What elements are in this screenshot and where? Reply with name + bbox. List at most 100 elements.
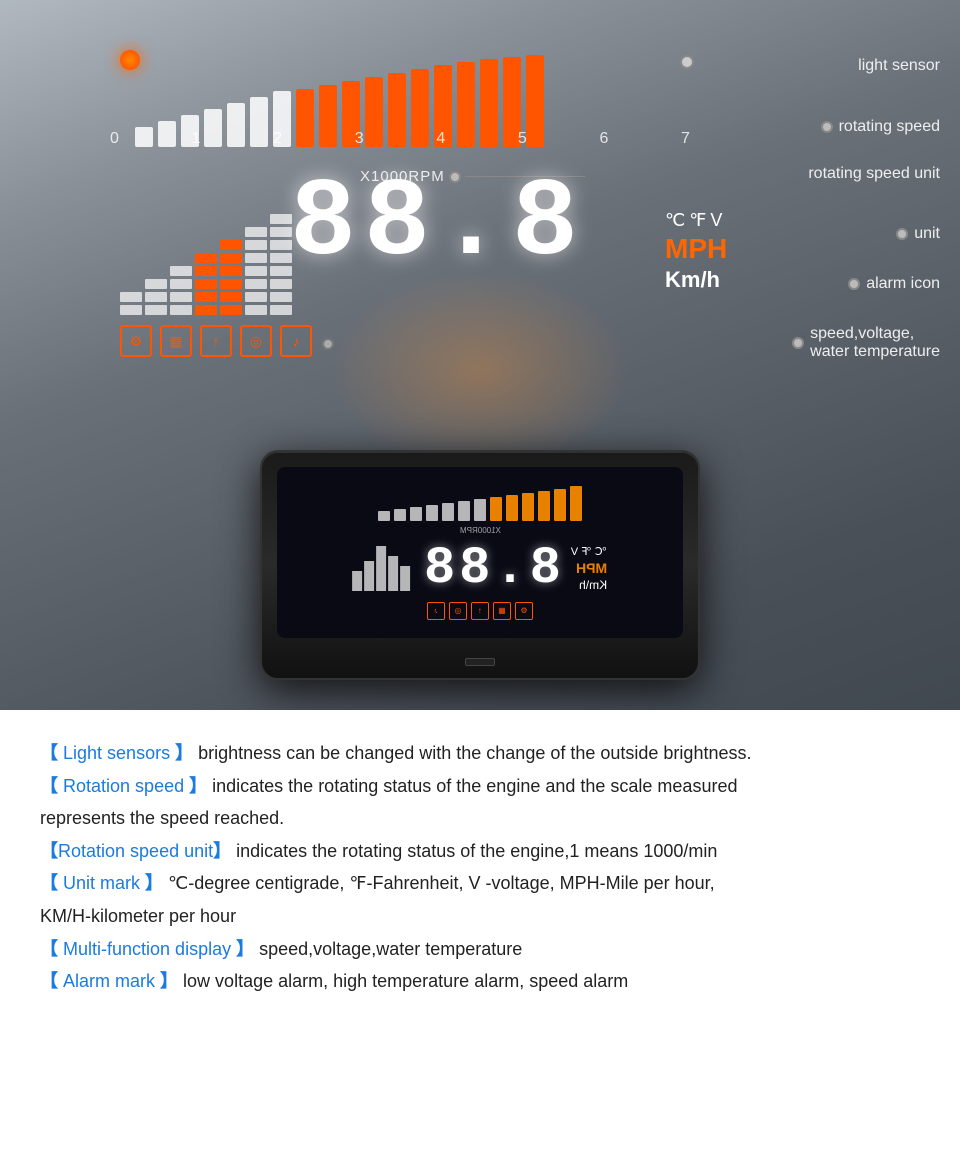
icon-display: ▦	[160, 325, 192, 357]
bar-col-5	[220, 240, 242, 315]
bar-seg	[270, 266, 292, 276]
highlight-light-sensors: Light sensors	[63, 743, 170, 763]
hud-section: 0 1 2 3 4 5 6 7 X1000RPM	[0, 0, 960, 710]
annotation-light-sensor: light sensor	[858, 57, 940, 75]
bar-seg	[120, 292, 142, 302]
bracket-close-2: 】	[184, 776, 207, 796]
alarm-dot	[848, 278, 860, 290]
unit-labels: ℃ ℉ V MPH Km/h	[665, 210, 727, 293]
info-text-5: speed,voltage,water temperature	[254, 939, 522, 959]
dev-bar-seg	[388, 556, 398, 591]
rpm-label-5: 5	[518, 130, 527, 148]
bar-seg	[245, 227, 267, 237]
dev-rpm-tick-white	[442, 503, 454, 521]
bracket-open-4: 【	[40, 873, 63, 893]
bar-seg-orange	[220, 266, 242, 276]
fahrenheit-label: ℉	[689, 210, 706, 231]
bar-seg-orange	[220, 253, 242, 263]
dev-icon-vol: ♪	[427, 602, 445, 620]
dev-rpm-tick	[490, 497, 502, 521]
icon-camera: ◎	[240, 325, 272, 357]
bar-seg	[170, 305, 192, 315]
annotation-light-sensor-label: light sensor	[858, 57, 940, 75]
dev-bar-seg	[352, 571, 362, 591]
annotation-rotating-speed-label: rotating speed	[839, 118, 940, 136]
bracket-close-4: 】	[140, 873, 163, 893]
info-text-4b: KM/H-kilometer per hour	[40, 906, 236, 926]
temperature-unit-row: ℃ ℉ V	[665, 210, 727, 231]
info-line-3: 【Rotation speed unit】 indicates the rota…	[40, 836, 920, 867]
bar-seg-orange	[195, 253, 217, 263]
bar-seg-orange	[195, 292, 217, 302]
celsius-label: ℃	[665, 210, 685, 231]
dev-rpm-tick-white	[458, 501, 470, 521]
physical-device: X1000RPM ℃ ℉ V MPH Km\h 8.88	[260, 450, 700, 680]
bracket-close-6: 】	[155, 971, 178, 991]
bracket-open-5: 【	[40, 939, 63, 959]
rpm-label-0: 0	[110, 130, 119, 148]
bar-seg	[270, 227, 292, 237]
bar-seg-orange	[220, 279, 242, 289]
alarm-icon-row: ⚙ ▦ ↑ ◎ ♪	[120, 325, 312, 357]
dev-bar-seg	[400, 566, 410, 591]
dev-icon-cam: ◎	[449, 602, 467, 620]
device-bar-chart	[352, 546, 410, 591]
rpm-label-3: 3	[355, 130, 364, 148]
bar-seg-orange	[220, 292, 242, 302]
kmh-display: Km/h	[665, 267, 727, 293]
annotation-rpm-unit: rotating speed unit	[808, 165, 940, 183]
bar-seg	[145, 305, 167, 315]
rpm-label-7: 7	[681, 130, 690, 148]
annotation-speed-voltage-text: speed,voltage, water temperature	[810, 325, 940, 361]
bracket-close-1: 】	[170, 743, 193, 763]
bar-seg	[270, 305, 292, 315]
bar-seg	[270, 214, 292, 224]
rpm-number-labels: 0 1 2 3 4 5 6 7	[110, 130, 690, 148]
device-rpm-label: X1000RPM	[460, 526, 501, 535]
speed-voltage-line2: water temperature	[810, 343, 940, 361]
highlight-rpm-unit: Rotation speed unit	[58, 841, 213, 861]
bracket-open-3: 【	[40, 841, 58, 861]
rpm-label-4: 4	[436, 130, 445, 148]
projection-glow	[330, 270, 630, 470]
dev-rpm-tick-white	[474, 499, 486, 521]
info-line-2b: represents the speed reached.	[40, 803, 920, 834]
info-text-2: indicates the rotating status of the eng…	[207, 776, 737, 796]
dev-bar-seg	[364, 561, 374, 591]
bar-seg	[245, 292, 267, 302]
rpm-label-2: 2	[273, 130, 282, 148]
bar-seg	[270, 253, 292, 263]
rpm-label-1: 1	[192, 130, 201, 148]
rpm-label-6: 6	[599, 130, 608, 148]
dev-rpm-tick	[522, 493, 534, 521]
bar-seg	[170, 266, 192, 276]
annotation-rotating-speed: rotating speed	[821, 118, 940, 136]
dev-rpm-tick	[570, 486, 582, 521]
bracket-open-1: 【	[40, 743, 63, 763]
dev-icon-up: ↑	[471, 602, 489, 620]
annotation-unit-label: unit	[914, 225, 940, 243]
info-line-4b: KM/H-kilometer per hour	[40, 901, 920, 932]
bar-seg	[170, 292, 192, 302]
light-sensor-indicator	[680, 55, 694, 69]
bar-seg	[245, 266, 267, 276]
speed-voltage-dot	[792, 337, 804, 349]
bar-col-3	[170, 266, 192, 315]
annotation-alarm-label: alarm icon	[866, 275, 940, 293]
bar-col-2	[145, 279, 167, 315]
device-unit-temp: ℃ ℉ V	[571, 545, 607, 558]
bar-seg	[245, 279, 267, 289]
dev-rpm-tick-white	[378, 511, 390, 521]
dev-rpm-tick	[506, 495, 518, 521]
dev-rpm-tick	[538, 491, 550, 521]
bar-seg	[270, 240, 292, 250]
bar-seg	[145, 292, 167, 302]
device-big-number: 8.88	[420, 539, 561, 598]
bracket-close-5: 】	[231, 939, 254, 959]
highlight-multi-function: Multi-function display	[63, 939, 231, 959]
device-mid-row: ℃ ℉ V MPH Km\h 8.88	[352, 539, 607, 598]
info-line-4: 【 Unit mark 】 ℃-degree centigrade, ℉-Fah…	[40, 868, 920, 899]
device-usb-port	[465, 658, 495, 666]
voltage-label: V	[710, 210, 722, 231]
bar-seg	[145, 279, 167, 289]
